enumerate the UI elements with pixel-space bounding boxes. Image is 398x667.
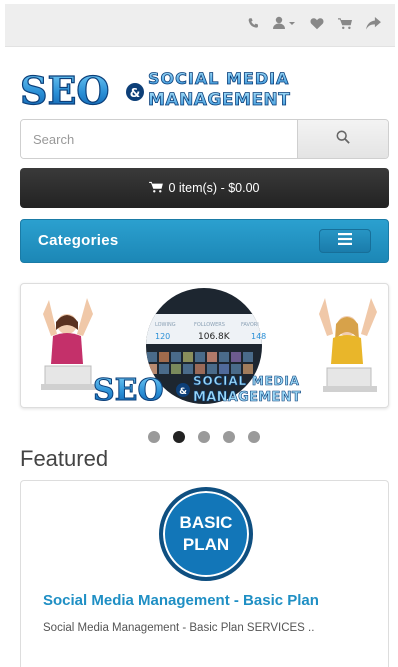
stat-label-2: FOLLOWERS xyxy=(194,322,225,328)
logo-social-text: SOCIAL MEDIA xyxy=(148,69,289,88)
search-bar xyxy=(20,119,389,159)
stat-value-3: 148 xyxy=(251,332,266,341)
woman-right-illustration xyxy=(319,298,377,392)
slider-pagination xyxy=(148,431,260,443)
slider-dot-active[interactable] xyxy=(173,431,185,443)
search-input[interactable] xyxy=(21,120,297,158)
slider-dot[interactable] xyxy=(223,431,235,443)
share-icon[interactable] xyxy=(365,15,381,31)
basic-plan-badge-image[interactable]: BASIC PLAN xyxy=(159,487,253,581)
categories-menu[interactable]: Categories xyxy=(20,219,389,263)
slider-dot[interactable] xyxy=(148,431,160,443)
banner-logo: SEO & SOCIAL MEDIA MANAGEMENT xyxy=(93,373,302,408)
slider-dot[interactable] xyxy=(248,431,260,443)
featured-heading: Featured xyxy=(20,446,109,471)
product-card: BASIC PLAN Social Media Management - Bas… xyxy=(20,480,389,667)
svg-text:MANAGEMENT: MANAGEMENT xyxy=(193,390,301,405)
product-description: Social Media Management - Basic Plan SER… xyxy=(43,622,315,634)
banner-image: LOWING 120 FOLLOWERS 106.8K FAVORI 148 S… xyxy=(41,288,377,408)
cart-button[interactable]: 0 item(s) - $0.00 xyxy=(20,168,389,208)
slider-dot[interactable] xyxy=(198,431,210,443)
woman-left-illustration xyxy=(41,298,97,390)
logo-amp-text: & xyxy=(130,86,140,100)
product-name-link[interactable]: Social Media Management - Basic Plan xyxy=(43,592,319,609)
categories-toggle-button[interactable] xyxy=(319,229,371,253)
account-dropdown[interactable] xyxy=(273,15,297,31)
stat-label-1: LOWING xyxy=(155,322,176,328)
banner-slider[interactable]: LOWING 120 FOLLOWERS 106.8K FAVORI 148 S… xyxy=(20,283,389,408)
categories-label: Categories xyxy=(38,232,119,249)
logo-management-text: MANAGEMENT xyxy=(148,90,290,110)
stat-value-1: 120 xyxy=(155,332,170,341)
svg-text:&: & xyxy=(179,387,187,397)
logo-seo-text: SEO xyxy=(20,68,110,112)
stat-value-2: 106.8K xyxy=(198,332,231,342)
cart-icon[interactable] xyxy=(337,15,353,31)
search-button[interactable] xyxy=(297,120,388,158)
site-logo[interactable]: SEO & SOCIAL MEDIA MANAGEMENT xyxy=(19,66,320,113)
badge-line-1: BASIC xyxy=(179,513,233,532)
heart-icon[interactable] xyxy=(309,15,325,31)
svg-text:SOCIAL MEDIA: SOCIAL MEDIA xyxy=(193,374,300,388)
search-icon xyxy=(336,130,350,149)
cart-summary: 0 item(s) - $0.00 xyxy=(168,181,260,195)
stat-label-3: FAVORI xyxy=(241,322,259,328)
hamburger-icon xyxy=(338,232,352,250)
badge-line-2: PLAN xyxy=(182,535,230,554)
phone-icon[interactable] xyxy=(245,15,261,31)
svg-text:SEO: SEO xyxy=(93,373,164,408)
cart-icon xyxy=(149,181,164,196)
top-bar-icons xyxy=(245,15,381,31)
top-bar xyxy=(5,4,395,47)
